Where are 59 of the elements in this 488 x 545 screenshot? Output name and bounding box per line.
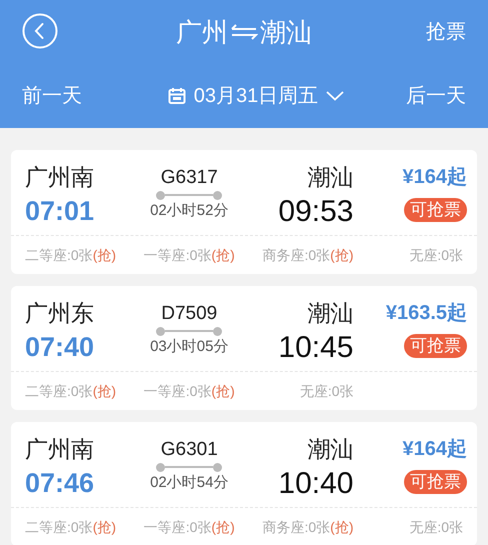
back-icon[interactable] <box>22 13 58 49</box>
status-badge: 可抢票 <box>404 198 467 222</box>
seat-availability: 一等座:0张 <box>144 382 212 398</box>
status-badge: 可抢票 <box>404 470 467 494</box>
travel-duration: 02小时54分 <box>150 473 228 493</box>
seat-availability: 一等座:0张 <box>144 246 212 262</box>
seat-availability: 二等座:0张 <box>25 382 93 398</box>
arrival-time: 09:53 <box>278 194 354 230</box>
seat-availability: 商务座:0张 <box>262 518 330 534</box>
travel-duration: 03小时05分 <box>150 337 228 357</box>
route-line-icon <box>156 462 222 472</box>
arrival-station: 潮汕 <box>308 299 354 328</box>
grab-link[interactable]: (抢) <box>330 518 354 534</box>
arrival-station: 潮汕 <box>308 163 354 192</box>
seat-availability: 商务座:0张 <box>262 246 330 262</box>
departure-station: 广州东 <box>25 299 94 328</box>
previous-day-button[interactable]: 前一天 <box>22 81 82 111</box>
arrival-time: 10:40 <box>278 466 354 502</box>
route-line-icon <box>156 190 222 200</box>
departure-time: 07:01 <box>25 195 94 228</box>
departure-time: 07:40 <box>25 331 94 364</box>
departure-time: 07:46 <box>25 467 94 500</box>
status-badge: 可抢票 <box>404 334 467 358</box>
departure-station: 广州南 <box>25 163 94 192</box>
arrival-time: 10:45 <box>278 330 354 366</box>
arrival-station: 潮汕 <box>308 435 354 464</box>
grab-link[interactable]: (抢) <box>211 382 235 398</box>
grab-link[interactable]: (抢) <box>211 518 235 534</box>
seat-availability: 无座:0张 <box>409 518 463 534</box>
seat-availability: 无座:0张 <box>409 246 463 262</box>
departure-station: 广州南 <box>25 435 94 464</box>
chevron-down-icon <box>326 91 344 101</box>
price: ¥164起 <box>402 437 467 462</box>
price: ¥163.5起 <box>386 301 467 326</box>
grab-link[interactable]: (抢) <box>92 518 116 534</box>
seat-availability: 二等座:0张 <box>25 246 93 262</box>
grab-tickets-button[interactable]: 抢票 <box>426 17 466 47</box>
next-day-button[interactable]: 后一天 <box>406 81 466 111</box>
date-picker[interactable]: 03月31日周五 <box>168 81 344 111</box>
train-card[interactable]: 广州南 07:01 G6317 02小时52分 潮汕 09:53 ¥164起 可抢票 二等座:0张(抢) 一等座:0张(抢) 商务座:0张(抢) 无座:0张 <box>11 150 477 274</box>
seat-availability: 一等座:0张 <box>144 518 212 534</box>
seat-availability: 二等座:0张 <box>25 518 93 534</box>
train-card[interactable]: 广州南 07:46 G6301 02小时54分 潮汕 10:40 ¥164起 可抢票 二等座:0张(抢) 一等座:0张(抢) 商务座:0张(抢) 无座:0张 <box>11 422 477 545</box>
train-card[interactable]: 广州东 07:40 D7509 03小时05分 潮汕 10:45 ¥163.5起 可抢票 二等座:0张(抢) 一等座:0张(抢) 无座:0张 <box>11 286 477 410</box>
price: ¥164起 <box>402 165 467 190</box>
grab-link[interactable]: (抢) <box>92 382 116 398</box>
swap-icon[interactable] <box>230 24 258 40</box>
grab-link[interactable]: (抢) <box>211 246 235 262</box>
origin-city: 广州 <box>176 16 228 48</box>
train-number: G6301 <box>160 438 218 462</box>
travel-duration: 02小时52分 <box>150 201 228 221</box>
train-number: G6317 <box>160 166 218 190</box>
destination-city: 潮汕 <box>260 16 312 48</box>
route-line-icon <box>156 326 222 336</box>
seat-availability: 无座:0张 <box>300 382 354 398</box>
train-number: D7509 <box>161 302 218 326</box>
grab-link[interactable]: (抢) <box>330 246 354 262</box>
calendar-icon <box>168 87 186 105</box>
grab-link[interactable]: (抢) <box>92 246 116 262</box>
